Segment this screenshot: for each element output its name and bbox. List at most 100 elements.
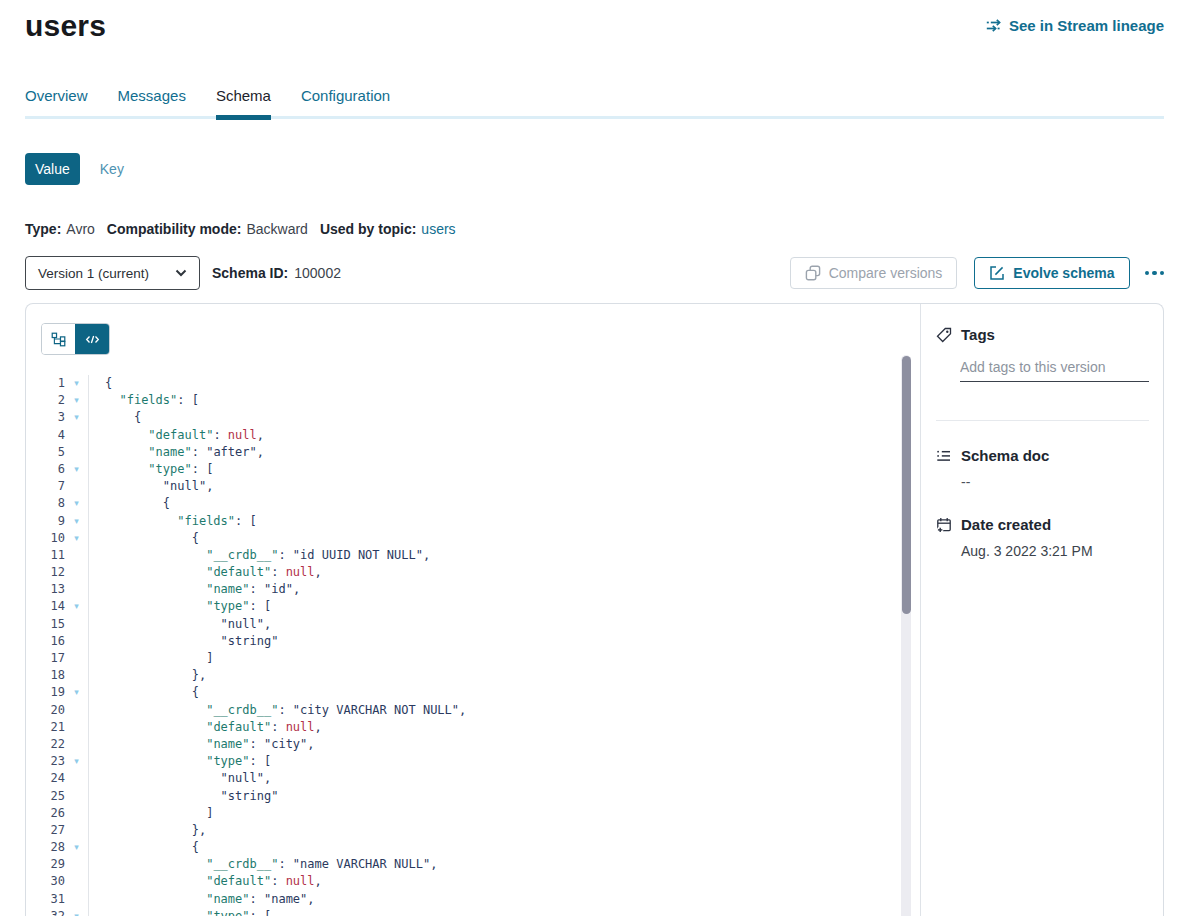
meta-item: Compatibility mode:Backward — [107, 221, 308, 237]
fold-gutter — [65, 805, 89, 822]
fold-toggle-icon[interactable]: ▾ — [65, 392, 89, 409]
code-line: 30 "default": null, — [26, 873, 920, 890]
code-line: 4 "default": null, — [26, 427, 920, 444]
fold-gutter — [65, 719, 89, 736]
code-view-button[interactable] — [75, 324, 109, 354]
compare-versions-button[interactable]: Compare versions — [790, 257, 958, 289]
code-line: 1▾{ — [26, 375, 920, 392]
tab-schema[interactable]: Schema — [216, 87, 271, 116]
meta-value: Avro — [66, 221, 95, 237]
code-line: 7 "null", — [26, 478, 920, 495]
fold-toggle-icon[interactable]: ▾ — [65, 684, 89, 701]
more-options-button[interactable] — [1145, 271, 1165, 276]
code-text: "name": "id", — [89, 581, 300, 598]
code-line: 20 "__crdb__": "city VARCHAR NOT NULL", — [26, 702, 920, 719]
line-number: 24 — [26, 770, 65, 787]
code-text: "null", — [89, 616, 271, 633]
tab-messages[interactable]: Messages — [118, 87, 186, 116]
line-number: 13 — [26, 581, 65, 598]
code-line: 21 "default": null, — [26, 719, 920, 736]
line-number: 17 — [26, 650, 65, 667]
code-text: { — [89, 684, 199, 701]
fold-toggle-icon[interactable]: ▾ — [65, 409, 89, 426]
code-text: "name": "name", — [89, 891, 315, 908]
line-number: 8 — [26, 495, 65, 512]
editor-scrollbar[interactable] — [901, 355, 911, 916]
fold-gutter — [65, 444, 89, 461]
code-text: { — [89, 495, 170, 512]
line-number: 6 — [26, 461, 65, 478]
code-text: "null", — [89, 478, 213, 495]
fold-gutter — [65, 667, 89, 684]
line-number: 12 — [26, 564, 65, 581]
line-number: 22 — [26, 736, 65, 753]
add-tags-input[interactable] — [960, 359, 1149, 382]
fold-gutter — [65, 633, 89, 650]
fold-toggle-icon[interactable]: ▾ — [65, 839, 89, 856]
fold-toggle-icon[interactable]: ▾ — [65, 598, 89, 615]
tree-view-button[interactable] — [42, 324, 75, 354]
line-number: 10 — [26, 530, 65, 547]
code-line: 12 "default": null, — [26, 564, 920, 581]
fold-toggle-icon[interactable]: ▾ — [65, 513, 89, 530]
editor-scrollbar-thumb[interactable] — [902, 356, 911, 614]
fold-toggle-icon[interactable]: ▾ — [65, 908, 89, 916]
fold-gutter — [65, 770, 89, 787]
schema-code-editor[interactable]: 1▾{2▾ "fields": [3▾ {4 "default": null,5… — [26, 375, 920, 916]
fold-gutter — [65, 564, 89, 581]
line-number: 4 — [26, 427, 65, 444]
meta-item: Type: Avro — [25, 221, 95, 237]
code-line: 32▾ "type": [ — [26, 908, 920, 916]
fold-toggle-icon[interactable]: ▾ — [65, 375, 89, 392]
code-line: 28▾ { — [26, 839, 920, 856]
code-line: 11 "__crdb__": "id UUID NOT NULL", — [26, 547, 920, 564]
schema-id-label: Schema ID: — [212, 265, 288, 281]
evolve-schema-button[interactable]: Evolve schema — [974, 257, 1129, 289]
code-line: 14▾ "type": [ — [26, 598, 920, 615]
code-text: }, — [89, 822, 206, 839]
code-text: { — [89, 530, 199, 547]
code-line: 23▾ "type": [ — [26, 753, 920, 770]
schema-code-pane: 1▾{2▾ "fields": [3▾ {4 "default": null,5… — [26, 304, 920, 916]
meta-label: Type: — [25, 221, 61, 237]
code-text: { — [89, 375, 112, 392]
code-text: }, — [89, 667, 206, 684]
tags-section-header: Tags — [936, 326, 1149, 343]
value-toggle-button[interactable]: Value — [25, 153, 80, 185]
meta-value-link[interactable]: users — [421, 221, 455, 237]
tag-icon — [936, 327, 952, 343]
code-line: 15 "null", — [26, 616, 920, 633]
fold-toggle-icon[interactable]: ▾ — [65, 495, 89, 512]
code-line: 18 }, — [26, 667, 920, 684]
code-text: "string" — [89, 633, 278, 650]
code-line: 9▾ "fields": [ — [26, 513, 920, 530]
code-line: 22 "name": "city", — [26, 736, 920, 753]
fold-toggle-icon[interactable]: ▾ — [65, 461, 89, 478]
fold-toggle-icon[interactable]: ▾ — [65, 753, 89, 770]
line-number: 3 — [26, 409, 65, 426]
tab-configuration[interactable]: Configuration — [301, 87, 390, 116]
fold-toggle-icon[interactable]: ▾ — [65, 530, 89, 547]
tab-bar: Overview Messages Schema Configuration — [25, 87, 1164, 119]
line-number: 15 — [26, 616, 65, 633]
code-line: 8▾ { — [26, 495, 920, 512]
stream-lineage-link[interactable]: See in Stream lineage — [986, 17, 1164, 34]
key-toggle-button[interactable]: Key — [100, 161, 124, 177]
schema-id-value: 100002 — [294, 265, 341, 281]
code-text: "type": [ — [89, 598, 271, 615]
line-number: 25 — [26, 788, 65, 805]
code-text: "name": "city", — [89, 736, 315, 753]
tree-view-icon — [51, 332, 66, 347]
fold-gutter — [65, 788, 89, 805]
line-number: 11 — [26, 547, 65, 564]
code-line: 6▾ "type": [ — [26, 461, 920, 478]
code-text: "type": [ — [89, 753, 271, 770]
tab-overview[interactable]: Overview — [25, 87, 88, 116]
fold-gutter — [65, 616, 89, 633]
version-select[interactable]: Version 1 (current) — [25, 256, 200, 290]
code-text: ] — [89, 650, 213, 667]
line-number: 23 — [26, 753, 65, 770]
page-title: users — [25, 6, 106, 46]
chevron-down-icon — [175, 269, 187, 277]
code-line: 26 ] — [26, 805, 920, 822]
